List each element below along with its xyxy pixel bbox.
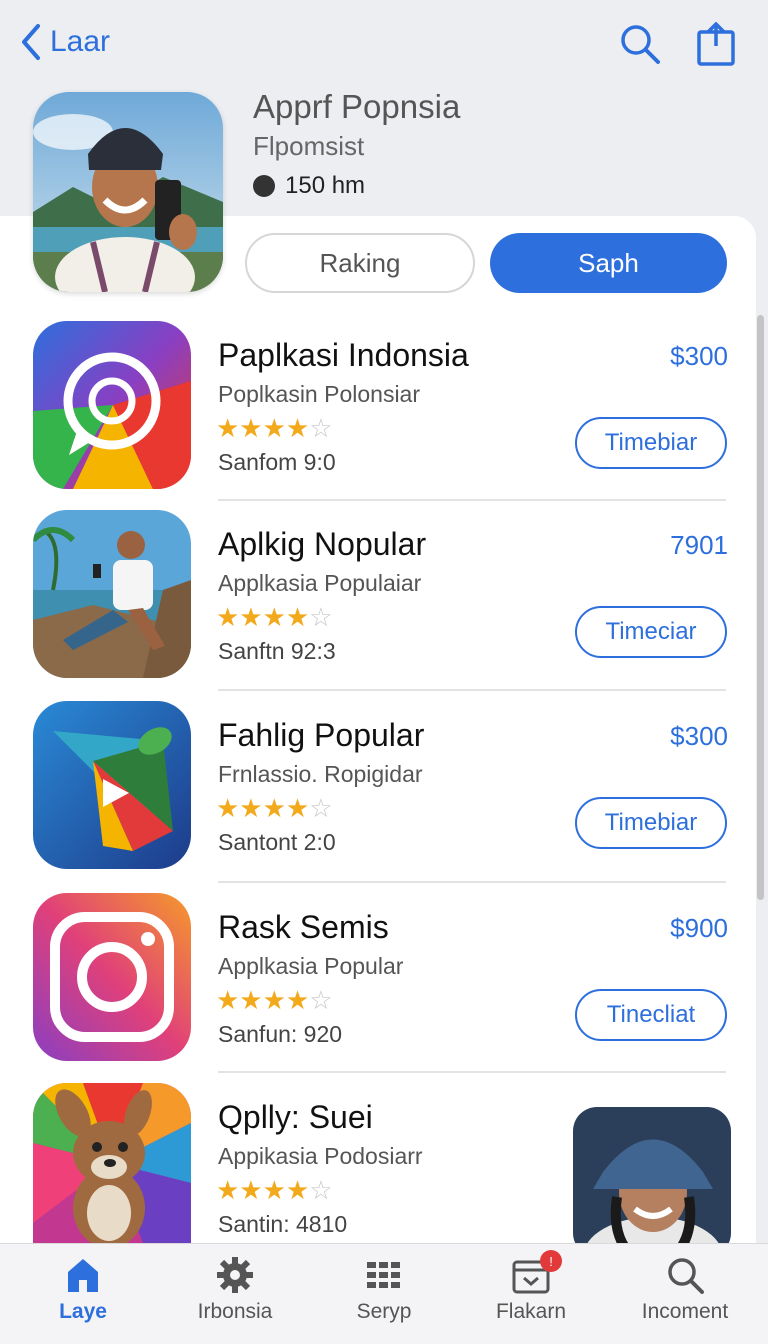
chevron-left-icon xyxy=(22,24,40,60)
search-icon xyxy=(668,1258,704,1294)
rating-stars: ★★★★☆ xyxy=(216,985,333,1015)
divider xyxy=(218,1071,726,1073)
tab-home[interactable]: Laye xyxy=(8,1254,158,1324)
featured-app-meta-text: 150 hm xyxy=(285,172,366,199)
rating-stars: ★★★★☆ xyxy=(216,1175,333,1205)
app-size: Sanfom 9:0 xyxy=(218,449,336,475)
featured-app-meta: 150 hm xyxy=(253,172,365,200)
avatar-icon xyxy=(253,175,275,197)
featured-app-subtitle: Flpomsist xyxy=(253,131,365,161)
segment-ranking[interactable]: Raking xyxy=(245,233,475,293)
app-icon-kangaroo xyxy=(33,1083,191,1243)
app-description: Applkasia Popular xyxy=(218,953,404,979)
divider xyxy=(218,499,726,501)
get-button[interactable]: Timeciar xyxy=(575,606,727,658)
app-description: Appikasia Podosiarr xyxy=(218,1143,423,1169)
back-label: Laar xyxy=(50,25,111,58)
app-size: Sanftn 92:3 xyxy=(218,638,336,664)
rating-stars: ★★★★☆ xyxy=(216,413,333,443)
home-icon xyxy=(68,1259,98,1292)
tab-indonesia[interactable]: Irbonsia xyxy=(160,1254,310,1324)
app-icon-camera xyxy=(33,893,191,1061)
app-price: $900 xyxy=(670,913,728,943)
tab-label: Flakarn xyxy=(495,1300,567,1323)
notification-badge: ! xyxy=(540,1250,562,1272)
featured-app-photo[interactable] xyxy=(33,92,223,292)
tab-label: Laye xyxy=(59,1300,107,1323)
divider xyxy=(218,689,726,691)
app-icon-play xyxy=(33,701,191,869)
scrollbar[interactable] xyxy=(757,315,764,900)
app-size: Santont 2:0 xyxy=(218,829,336,855)
tab-label: Irbonsia xyxy=(197,1300,273,1323)
app-icon-photo-beach xyxy=(33,510,191,678)
rating-stars: ★★★★☆ xyxy=(216,602,333,632)
divider xyxy=(218,881,726,883)
list-item[interactable]: Aplkig Nopular Applkasia Populaiar ★★★★☆… xyxy=(0,510,756,700)
app-description: Applkasia Populaiar xyxy=(218,570,422,596)
tab-flakarn[interactable]: ! Flakarn xyxy=(456,1250,606,1324)
app-icon-chat xyxy=(33,321,191,489)
app-price: $300 xyxy=(670,721,728,751)
app-name: Qplly: Suei xyxy=(218,1099,373,1135)
featured-app-title: Apprf Popnsia xyxy=(253,88,461,125)
back-button[interactable]: Laar xyxy=(18,22,110,62)
get-button[interactable]: Tinecliat xyxy=(575,989,727,1041)
get-button[interactable]: Timebiar xyxy=(575,417,727,469)
search-icon[interactable] xyxy=(618,22,662,66)
app-price: 7901 xyxy=(670,530,728,560)
grid-icon xyxy=(367,1262,400,1288)
gear-icon xyxy=(217,1257,253,1293)
tab-seryp[interactable]: Seryp xyxy=(309,1254,459,1324)
tab-label: Incoment xyxy=(641,1300,729,1323)
app-description: Frnlassio. Ropigidar xyxy=(218,761,423,787)
app-size: Sanfun: 920 xyxy=(218,1021,343,1047)
tab-label: Seryp xyxy=(356,1300,412,1323)
app-description: Poplkasin Polonsiar xyxy=(218,381,421,407)
list-item[interactable]: Fahlig Popular Frnlassio. Ropigidar ★★★★… xyxy=(0,701,756,891)
app-name: Rask Semis xyxy=(218,909,389,945)
share-icon[interactable] xyxy=(694,22,738,66)
segment-selected[interactable]: Saph xyxy=(490,233,727,293)
list-item[interactable]: Paplkasi Indonsia Poplkasin Polonsiar ★★… xyxy=(0,321,756,511)
rating-stars: ★★★★☆ xyxy=(216,793,333,823)
get-button[interactable]: Timebiar xyxy=(575,797,727,849)
app-size: Santin: 4810 xyxy=(218,1211,348,1237)
bottom-tab-bar: Laye Irbonsia Seryp ! Flakarn Incoment xyxy=(0,1243,768,1344)
tab-incoment[interactable]: Incoment xyxy=(610,1254,760,1324)
promo-photo[interactable] xyxy=(573,1107,731,1257)
app-name: Fahlig Popular xyxy=(218,717,425,753)
app-price: $300 xyxy=(670,341,728,371)
app-name: Aplkig Nopular xyxy=(218,526,427,562)
top-nav-bar: Laar xyxy=(0,0,768,90)
app-name: Paplkasi Indonsia xyxy=(218,337,469,373)
list-item[interactable]: Rask Semis Applkasia Popular ★★★★☆ Sanfu… xyxy=(0,893,756,1083)
